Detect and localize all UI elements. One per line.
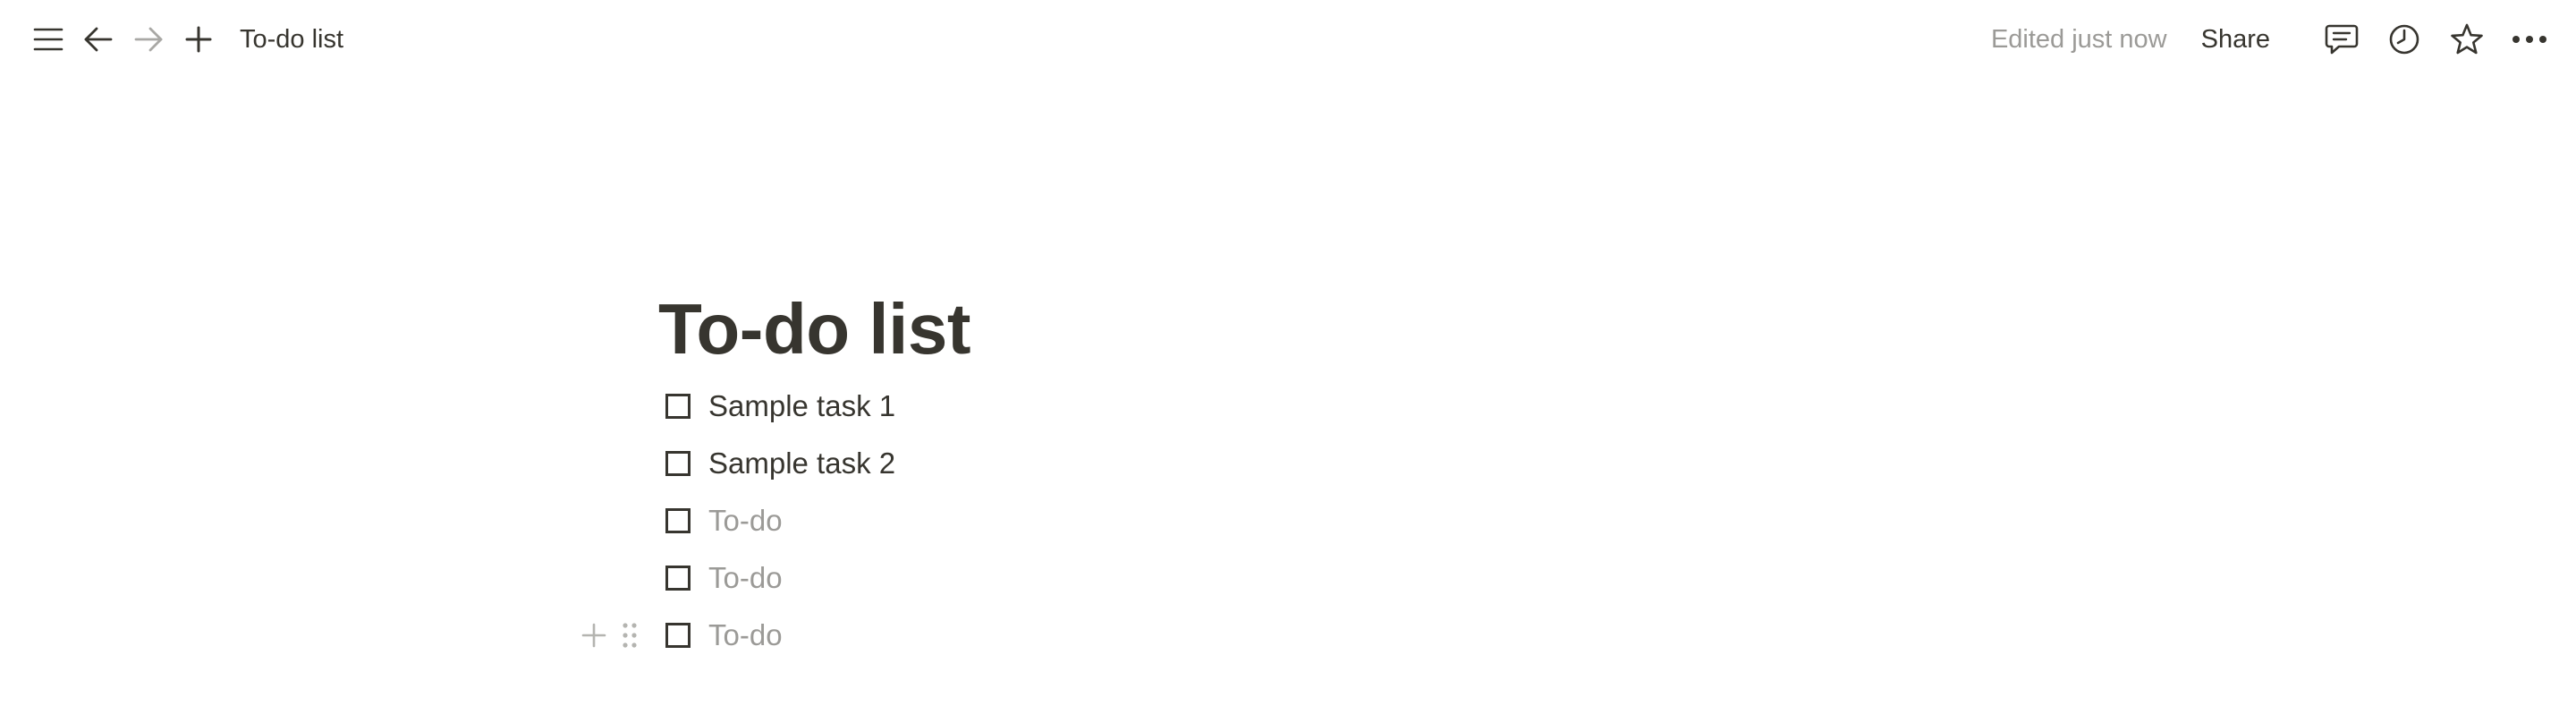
todo-checkbox[interactable] bbox=[665, 508, 691, 533]
top-bar-right: Edited just now Share bbox=[1991, 18, 2551, 61]
forward-arrow-icon[interactable] bbox=[127, 18, 170, 61]
todo-item[interactable]: To-do bbox=[658, 492, 1911, 549]
todo-checkbox[interactable] bbox=[665, 623, 691, 648]
todo-checkbox[interactable] bbox=[665, 566, 691, 591]
edited-status: Edited just now bbox=[1990, 24, 2167, 54]
more-options-icon[interactable] bbox=[2508, 18, 2551, 61]
todo-checkbox[interactable] bbox=[665, 451, 691, 476]
todo-item[interactable]: To-do bbox=[581, 607, 1911, 664]
todo-list: Sample task 1 Sample task 2 To-do To-do bbox=[581, 378, 1911, 664]
top-bar: To-do list Edited just now Share bbox=[0, 0, 2576, 79]
todo-placeholder[interactable]: To-do bbox=[708, 504, 783, 538]
add-block-plus-icon[interactable] bbox=[576, 614, 612, 657]
todo-placeholder[interactable]: To-do bbox=[708, 618, 783, 652]
todo-item[interactable]: To-do bbox=[658, 549, 1911, 607]
back-arrow-icon[interactable] bbox=[77, 18, 120, 61]
page-content: To-do list Sample task 1 Sample task 2 T… bbox=[581, 285, 1911, 664]
hamburger-menu-icon[interactable] bbox=[27, 18, 70, 61]
todo-text[interactable]: Sample task 2 bbox=[708, 447, 895, 481]
share-button[interactable]: Share bbox=[2192, 20, 2279, 60]
todo-item[interactable]: Sample task 1 bbox=[658, 378, 1911, 435]
todo-checkbox[interactable] bbox=[665, 394, 691, 419]
block-handles bbox=[576, 607, 648, 664]
breadcrumb-page[interactable]: To-do list bbox=[233, 20, 351, 60]
drag-handle-icon[interactable] bbox=[612, 614, 648, 657]
todo-text[interactable]: Sample task 1 bbox=[708, 389, 895, 423]
star-icon[interactable] bbox=[2445, 18, 2488, 61]
top-bar-left: To-do list bbox=[27, 18, 351, 61]
new-page-plus-icon[interactable] bbox=[177, 18, 220, 61]
clock-icon[interactable] bbox=[2383, 18, 2426, 61]
todo-item[interactable]: Sample task 2 bbox=[658, 435, 1911, 492]
todo-placeholder[interactable]: To-do bbox=[708, 561, 783, 595]
page-title[interactable]: To-do list bbox=[658, 285, 1911, 374]
comment-icon[interactable] bbox=[2320, 18, 2363, 61]
